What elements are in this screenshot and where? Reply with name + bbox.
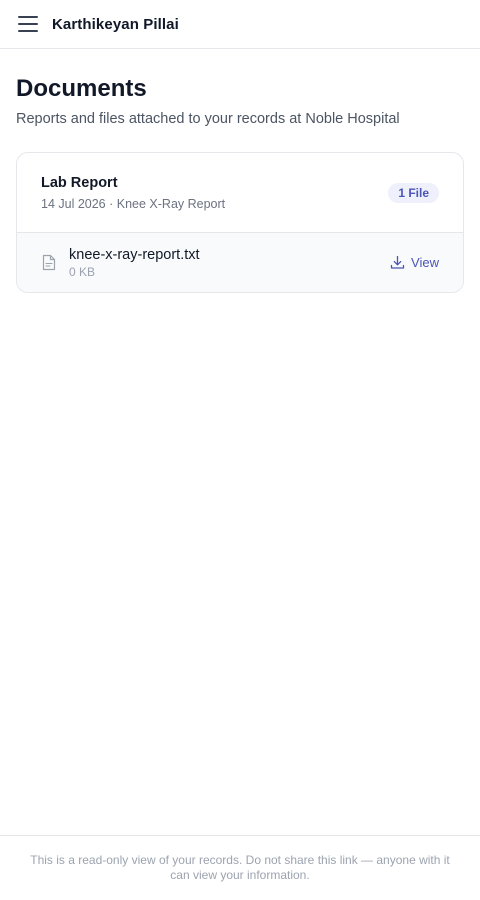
document-card: Lab Report 14 Jul 2026 · Knee X-Ray Repo… <box>16 152 464 293</box>
file-count-badge: 1 File <box>388 182 439 203</box>
file-name: knee-x-ray-report.txt <box>69 246 200 263</box>
footer: This is a read-only view of your records… <box>0 835 480 883</box>
file-row: knee-x-ray-report.txt 0 KB View <box>17 232 463 292</box>
footer-notice: This is a read-only view of your records… <box>30 853 450 882</box>
patient-name: Karthikeyan Pillai <box>52 15 179 33</box>
menu-icon[interactable] <box>18 16 38 32</box>
top-bar: Karthikeyan Pillai <box>0 0 480 49</box>
file-info: knee-x-ray-report.txt 0 KB <box>69 246 390 280</box>
view-file-label: View <box>411 255 439 270</box>
page-title: Documents <box>16 75 147 102</box>
view-file-button[interactable]: View <box>390 255 439 270</box>
document-card-header: Lab Report 14 Jul 2026 · Knee X-Ray Repo… <box>17 153 463 232</box>
page: Karthikeyan Pillai Documents Reports and… <box>0 0 480 900</box>
file-size: 0 KB <box>69 264 96 279</box>
file-text-icon <box>41 254 57 272</box>
main-content: Documents Reports and files attached to … <box>0 49 480 293</box>
document-meta: 14 Jul 2026 · Knee X-Ray Report <box>41 196 226 211</box>
download-icon <box>390 255 405 270</box>
page-subtitle: Reports and files attached to your recor… <box>16 111 400 127</box>
document-heading: Lab Report 14 Jul 2026 · Knee X-Ray Repo… <box>41 174 225 212</box>
document-title: Lab Report <box>41 174 118 191</box>
